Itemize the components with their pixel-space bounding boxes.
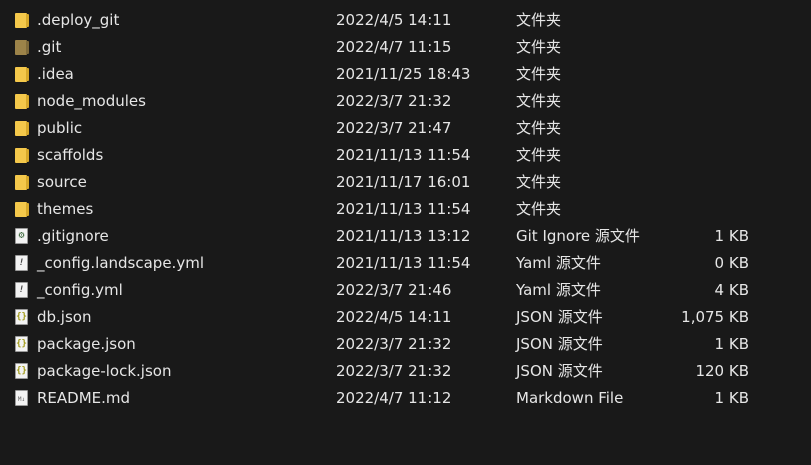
file-type: 文件夹 <box>516 92 562 110</box>
file-type: JSON 源文件 <box>516 362 603 380</box>
file-name: _config.landscape.yml <box>37 254 204 272</box>
file-size: 1,075 KB <box>681 308 749 326</box>
file-type: Yaml 源文件 <box>516 254 601 272</box>
file-date: 2022/4/7 11:15 <box>336 38 452 56</box>
file-row[interactable]: node_modules 2022/3/7 21:32 文件夹 <box>0 88 811 115</box>
file-row[interactable]: source 2021/11/17 16:01 文件夹 <box>0 169 811 196</box>
folder-icon <box>14 174 30 191</box>
file-size: 0 KB <box>714 254 749 272</box>
file-row[interactable]: .idea 2021/11/25 18:43 文件夹 <box>0 61 811 88</box>
file-name: package.json <box>37 335 136 353</box>
file-type: Yaml 源文件 <box>516 281 601 299</box>
file-type: Git Ignore 源文件 <box>516 227 640 245</box>
file-date: 2021/11/13 13:12 <box>336 227 471 245</box>
file-row[interactable]: .git 2022/4/7 11:15 文件夹 <box>0 34 811 61</box>
file-date: 2021/11/17 16:01 <box>336 173 471 191</box>
folder-icon <box>14 39 30 56</box>
file-type: JSON 源文件 <box>516 335 603 353</box>
file-name: public <box>37 119 83 137</box>
file-date: 2021/11/25 18:43 <box>336 65 471 83</box>
folder-icon <box>14 120 30 137</box>
file-size: 120 KB <box>695 362 749 380</box>
folder-icon <box>14 66 30 83</box>
json-file-icon: {} <box>14 363 30 380</box>
file-row[interactable]: ⚙ .gitignore 2021/11/13 13:12 Git Ignore… <box>0 223 811 250</box>
gear-file-icon: ⚙ <box>14 228 30 245</box>
file-name: .git <box>37 38 62 56</box>
file-date: 2022/3/7 21:47 <box>336 119 452 137</box>
file-size: 1 KB <box>714 227 749 245</box>
file-name: themes <box>37 200 94 218</box>
file-row[interactable]: {} package-lock.json 2022/3/7 21:32 JSON… <box>0 358 811 385</box>
file-type: 文件夹 <box>516 200 562 218</box>
file-type: 文件夹 <box>516 173 562 191</box>
file-row[interactable]: public 2022/3/7 21:47 文件夹 <box>0 115 811 142</box>
file-date: 2022/3/7 21:32 <box>336 362 452 380</box>
folder-icon <box>14 147 30 164</box>
file-name: package-lock.json <box>37 362 172 380</box>
file-type: 文件夹 <box>516 65 562 83</box>
yaml-file-icon: ! <box>14 282 30 299</box>
file-date: 2021/11/13 11:54 <box>336 146 471 164</box>
file-row[interactable]: scaffolds 2021/11/13 11:54 文件夹 <box>0 142 811 169</box>
file-row[interactable]: .deploy_git 2022/4/5 14:11 文件夹 <box>0 7 811 34</box>
file-type: 文件夹 <box>516 146 562 164</box>
yaml-file-icon: ! <box>14 255 30 272</box>
file-size: 1 KB <box>714 389 749 407</box>
file-date: 2022/3/7 21:32 <box>336 335 452 353</box>
file-row[interactable]: M↓ README.md 2022/4/7 11:12 Markdown Fil… <box>0 385 811 412</box>
file-type: Markdown File <box>516 389 624 407</box>
file-name: .gitignore <box>37 227 109 245</box>
file-name: source <box>37 173 87 191</box>
file-row[interactable]: themes 2021/11/13 11:54 文件夹 <box>0 196 811 223</box>
file-size: 4 KB <box>714 281 749 299</box>
folder-icon <box>14 12 30 29</box>
file-name: _config.yml <box>37 281 123 299</box>
file-date: 2022/4/7 11:12 <box>336 389 452 407</box>
file-name: .deploy_git <box>37 11 120 29</box>
file-row[interactable]: ! _config.landscape.yml 2021/11/13 11:54… <box>0 250 811 277</box>
file-date: 2021/11/13 11:54 <box>336 200 471 218</box>
file-row[interactable]: {} package.json 2022/3/7 21:32 JSON 源文件 … <box>0 331 811 358</box>
file-date: 2022/4/5 14:11 <box>336 308 452 326</box>
json-file-icon: {} <box>14 309 30 326</box>
file-type: 文件夹 <box>516 11 562 29</box>
folder-icon <box>14 93 30 110</box>
file-name: node_modules <box>37 92 146 110</box>
file-list: .deploy_git 2022/4/5 14:11 文件夹 .git 2022… <box>0 7 811 412</box>
file-size: 1 KB <box>714 335 749 353</box>
folder-icon <box>14 201 30 218</box>
json-file-icon: {} <box>14 336 30 353</box>
file-type: 文件夹 <box>516 38 562 56</box>
file-row[interactable]: {} db.json 2022/4/5 14:11 JSON 源文件 1,075… <box>0 304 811 331</box>
file-date: 2021/11/13 11:54 <box>336 254 471 272</box>
file-name: README.md <box>37 389 131 407</box>
file-row[interactable]: ! _config.yml 2022/3/7 21:46 Yaml 源文件 4 … <box>0 277 811 304</box>
file-name: db.json <box>37 308 92 326</box>
file-name: scaffolds <box>37 146 104 164</box>
file-date: 2022/3/7 21:46 <box>336 281 452 299</box>
file-type: JSON 源文件 <box>516 308 603 326</box>
file-type: 文件夹 <box>516 119 562 137</box>
markdown-file-icon: M↓ <box>14 390 30 407</box>
file-name: .idea <box>37 65 74 83</box>
file-date: 2022/3/7 21:32 <box>336 92 452 110</box>
file-date: 2022/4/5 14:11 <box>336 11 452 29</box>
